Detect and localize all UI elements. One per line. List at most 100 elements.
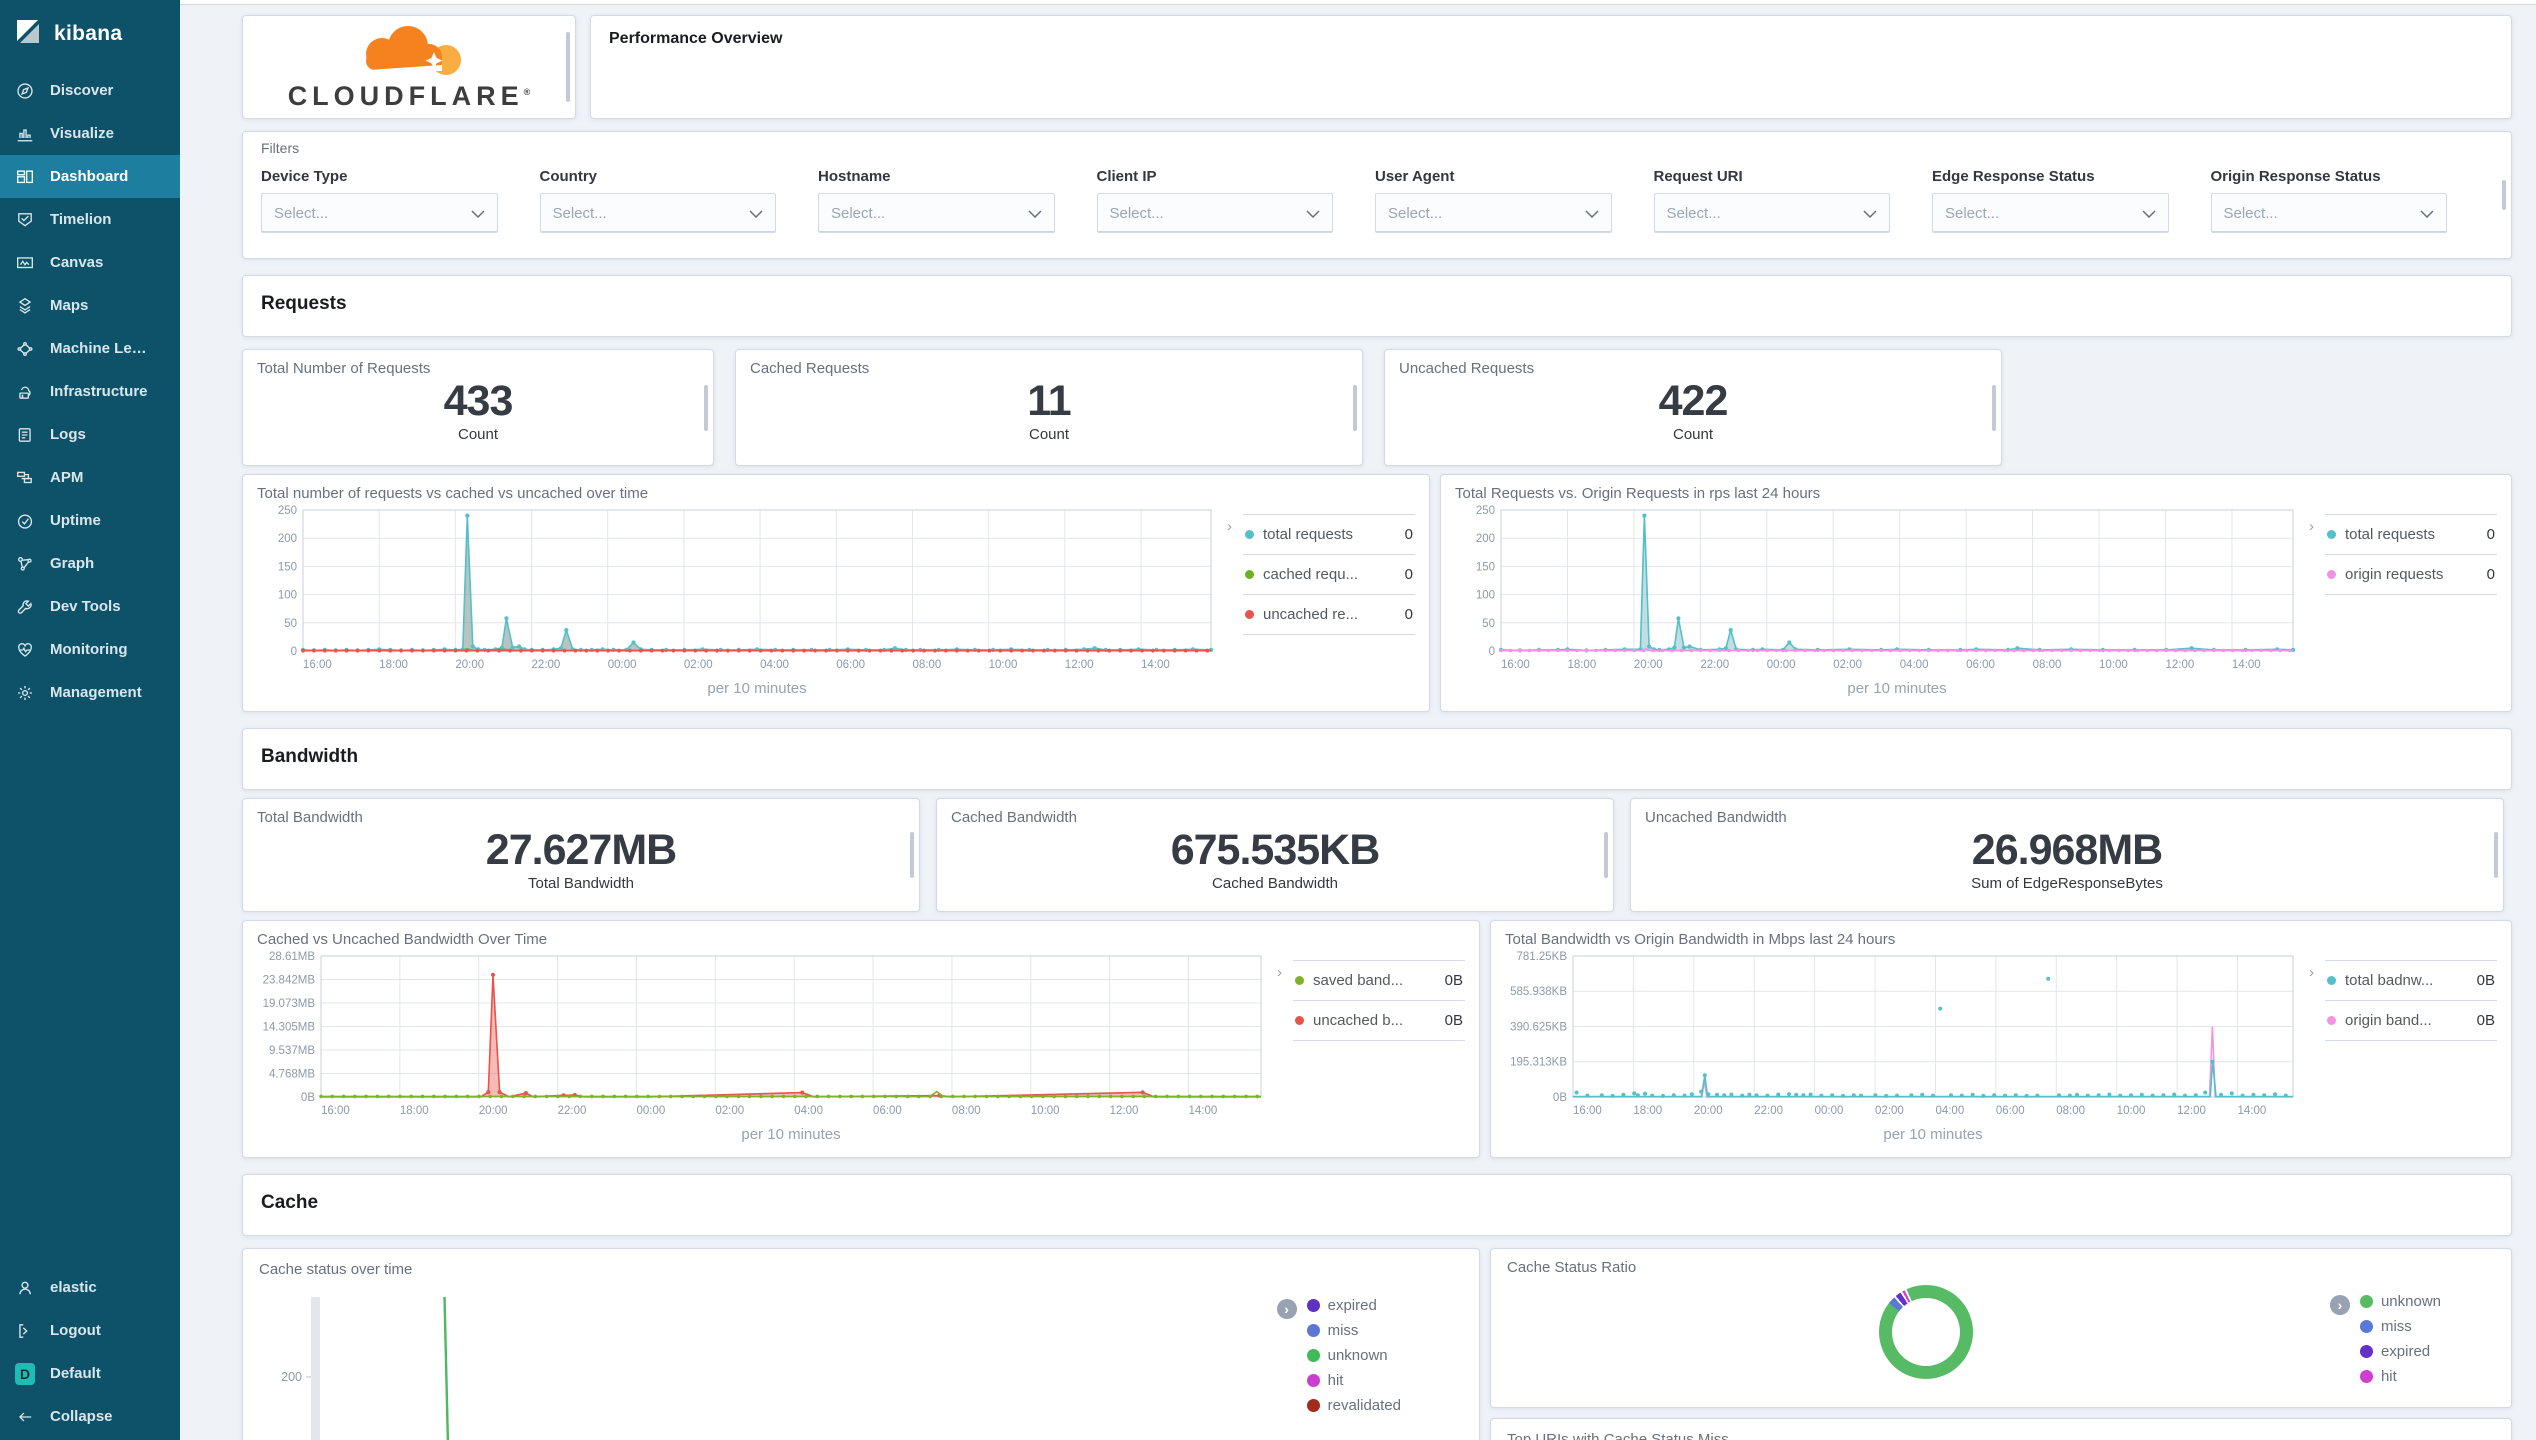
filter-label: Edge Response Status [1932,168,2095,185]
legend-expand-icon[interactable]: › [2329,1295,2350,1315]
chart-cached-vs-uncached-bw: Cached vs Uncached Bandwidth Over Time 0B… [242,920,1480,1158]
sidebar-item-timelion[interactable]: Timelion [0,198,180,241]
sidebar-item-label: Graph [50,555,95,572]
panel-drag-handle[interactable] [910,832,914,878]
sidebar-item-default[interactable]: D Default [0,1352,180,1395]
svg-text:per 10 minutes: per 10 minutes [741,1126,840,1143]
filter-select-request-uri[interactable]: Select... [1653,193,1890,233]
sidebar-item-machine-le[interactable]: Machine Le… [0,327,180,370]
panel-drag-handle[interactable] [2494,832,2498,878]
legend-item-origin-band-[interactable]: origin band... 0B [2325,1000,2497,1041]
svg-text:14:00: 14:00 [2237,1105,2266,1117]
legend-item-revalidated[interactable]: revalidated [1306,1393,1401,1418]
sidebar-item-monitoring[interactable]: Monitoring [0,628,180,671]
sidebar-item-dashboard[interactable]: Dashboard [0,155,180,198]
svg-text:250: 250 [278,505,297,517]
svg-text:14:00: 14:00 [1189,1105,1218,1117]
filter-select-edge-response-status[interactable]: Select... [1932,193,2169,233]
legend-dot [2327,570,2336,579]
empty-space [2023,349,2512,466]
sidebar-bottom: elastic Logout D Default Collapse [0,1266,180,1440]
legend-item-origin-requests[interactable]: origin requests 0 [2325,554,2497,595]
filter-select-origin-response-status[interactable]: Select... [2210,193,2447,233]
sidebar-item-label: Management [50,684,142,701]
svg-text:04:00: 04:00 [1935,1105,1964,1117]
legend-item-uncached-re-[interactable]: uncached re... 0 [1243,594,1415,635]
legend-item-hit[interactable]: hit [2359,1364,2441,1389]
legend-item-miss[interactable]: miss [1306,1318,1401,1343]
svg-text:12:00: 12:00 [1065,659,1094,671]
sidebar-item-collapse[interactable]: Collapse [0,1395,180,1438]
panel-drag-handle[interactable] [1353,384,1357,431]
filter-select-device-type[interactable]: Select... [261,193,498,233]
sidebar-item-elastic[interactable]: elastic [0,1266,180,1309]
chart-legend: › total badnw... 0B origin band... 0B [2309,948,2497,1149]
graph-icon [15,554,35,574]
sidebar-item-canvas[interactable]: Canvas [0,241,180,284]
cache-ratio-donut[interactable] [1879,1285,1973,1379]
filter-label: Request URI [1653,168,1743,185]
legend-toggle-icon[interactable]: › [2309,964,2314,981]
legend-item-total-badnw-[interactable]: total badnw... 0B [2325,960,2497,1000]
chart-body: 0B 4.768MB 9.537MB 14.305MB 19.073MB 23.842MB… [257,948,1465,1149]
svg-text:06:00: 06:00 [1996,1105,2025,1117]
filter-select-hostname[interactable]: Select... [818,193,1055,233]
legend-label: hit [1327,1372,1344,1389]
panel-drag-handle[interactable] [566,32,570,102]
filter-select-client-ip[interactable]: Select... [1096,193,1333,233]
legend-toggle-icon[interactable]: › [1277,964,1282,981]
legend-item-expired[interactable]: expired [1306,1293,1401,1318]
panel-drag-handle[interactable] [1604,832,1608,878]
legend-value: 0B [2476,972,2495,989]
legend-item-unknown[interactable]: unknown [2359,1289,2441,1314]
sidebar-item-label: Default [50,1365,101,1382]
svg-text:100: 100 [1476,590,1495,602]
legend-item-unknown[interactable]: unknown [1306,1343,1401,1368]
chevron-down-icon [1584,205,1599,222]
filter-select-user-agent[interactable]: Select... [1375,193,1612,233]
cache-status-plot: 20015010050Count [259,1293,1159,1440]
legend-item-hit[interactable]: hit [1306,1368,1401,1393]
sidebar-item-visualize[interactable]: Visualize [0,112,180,155]
legend-expand-icon[interactable]: › [1276,1299,1297,1319]
legend-toggle-icon[interactable]: › [2309,518,2314,535]
filter-device-type: Device Type Select... [261,168,498,233]
svg-text:06:00: 06:00 [873,1105,902,1117]
sidebar-item-graph[interactable]: Graph [0,542,180,585]
sidebar-item-logout[interactable]: Logout [0,1309,180,1352]
section-requests: Requests [242,275,2512,337]
sidebar-item-uptime[interactable]: Uptime [0,499,180,542]
legend-dot [1295,1016,1304,1025]
metric-value: 11 [1027,377,1071,425]
kibana-logo-row: kibana [0,0,180,69]
legend-item-miss[interactable]: miss [2359,1314,2441,1339]
sidebar-item-maps[interactable]: Maps [0,284,180,327]
sidebar-item-management[interactable]: Management [0,671,180,714]
svg-text:16:00: 16:00 [1573,1105,1602,1117]
legend-value: 0B [1444,1012,1463,1029]
legend-dot [1295,976,1304,985]
legend-item-total-requests[interactable]: total requests 0 [1243,514,1415,554]
legend-item-cached-requ-[interactable]: cached requ... 0 [1243,554,1415,594]
filter-select-country[interactable]: Select... [539,193,776,233]
legend-dot [2327,976,2336,985]
filters-scrollbar[interactable] [2502,180,2506,210]
legend-item-expired[interactable]: expired [2359,1339,2441,1364]
filter-label: User Agent [1375,168,1455,185]
collapse-icon [15,1407,35,1427]
filter-user-agent: User Agent Select... [1375,168,1612,233]
header-row: CLOUDFLARE® Performance Overview [242,15,2512,119]
sidebar-item-apm[interactable]: APM [0,456,180,499]
sidebar-item-dev-tools[interactable]: Dev Tools [0,585,180,628]
svg-text:0: 0 [1489,646,1495,658]
legend-item-saved-band-[interactable]: saved band... 0B [1293,960,1465,1000]
panel-drag-handle[interactable] [704,384,708,431]
sidebar-item-infrastructure[interactable]: Infrastructure [0,370,180,413]
legend-item-total-requests[interactable]: total requests 0 [2325,514,2497,554]
cache-status-ratio-panel: Cache Status Ratio › unknown miss expired hi… [1490,1248,2512,1408]
sidebar-item-logs[interactable]: Logs [0,413,180,456]
sidebar-item-discover[interactable]: Discover [0,69,180,112]
panel-drag-handle[interactable] [1992,384,1996,431]
legend-item-uncached-b-[interactable]: uncached b... 0B [1293,1000,1465,1041]
legend-toggle-icon[interactable]: › [1227,518,1232,535]
